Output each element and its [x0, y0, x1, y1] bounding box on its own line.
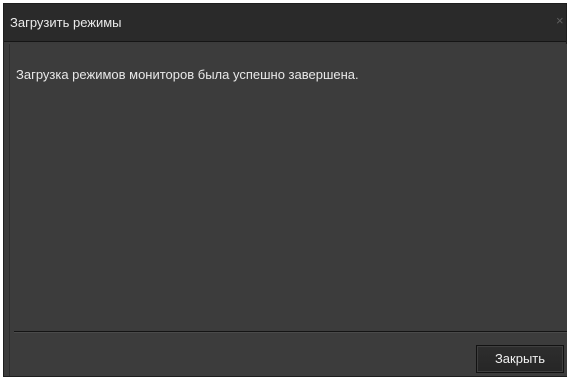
close-icon[interactable]: ×: [556, 14, 566, 28]
close-button[interactable]: Закрыть: [476, 345, 564, 373]
load-modes-dialog: Загрузить режимы × Загрузка режимов мони…: [3, 3, 567, 377]
status-message: Загрузка режимов мониторов была успешно …: [16, 67, 359, 82]
dialog-title: Загрузить режимы: [10, 15, 122, 30]
dialog-body: Загрузка режимов мониторов была успешно …: [9, 44, 567, 376]
footer-divider-highlight: [14, 332, 567, 333]
dialog-titlebar: Загрузить режимы ×: [4, 4, 566, 42]
